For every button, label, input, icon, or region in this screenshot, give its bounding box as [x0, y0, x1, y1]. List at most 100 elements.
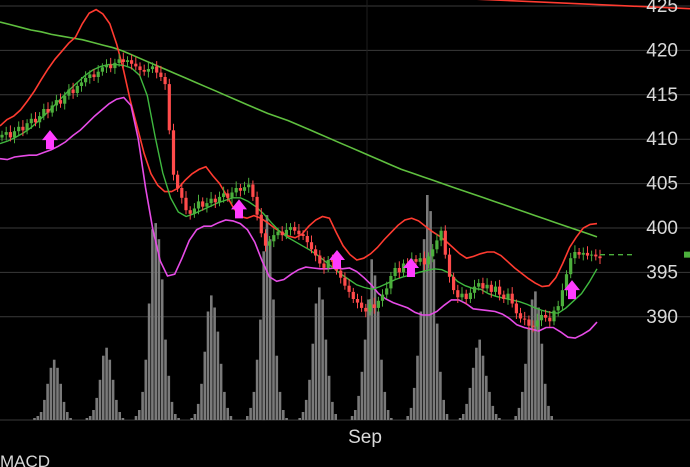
volume-bar: [462, 414, 465, 420]
candle-body: [38, 116, 42, 123]
candle-body: [447, 254, 452, 277]
volume-bar: [432, 259, 436, 420]
candle-body: [205, 203, 209, 207]
candle-body: [380, 294, 385, 301]
y-tick-label: 415: [646, 85, 678, 106]
volume-bar: [383, 391, 387, 420]
candle-body: [489, 284, 493, 292]
volume-bar: [481, 355, 485, 420]
candle-body: [180, 188, 184, 198]
candle-body: [518, 313, 523, 319]
candle-body: [468, 292, 472, 299]
volume-bar: [33, 418, 36, 420]
volume-bar: [445, 414, 449, 420]
x-axis-labels: Sep: [348, 427, 382, 448]
y-tick-label: 410: [646, 129, 678, 150]
candle-body: [184, 197, 188, 211]
candle-body: [456, 290, 460, 298]
volume-bar: [373, 275, 377, 420]
candle-body: [531, 325, 535, 327]
candle-body: [527, 319, 531, 326]
candle-body: [301, 234, 305, 236]
volume-bar: [252, 391, 256, 420]
volume-bar: [475, 347, 478, 420]
volume-bar: [275, 355, 279, 420]
candle-body: [213, 198, 217, 203]
candle-body: [506, 293, 510, 299]
candle-body: [104, 64, 109, 68]
volume-bar: [36, 416, 40, 420]
candle-body: [594, 254, 598, 257]
candle-body: [96, 71, 100, 77]
candle-body: [255, 196, 259, 215]
volume-bar: [138, 410, 141, 420]
volume-bar: [118, 412, 121, 420]
candle-body: [590, 254, 594, 256]
candle-body: [268, 241, 272, 246]
candle-body: [155, 66, 159, 73]
candle-body: [577, 252, 581, 255]
candle-body: [79, 82, 84, 86]
candle-body: [493, 286, 498, 292]
volume-bar: [255, 359, 259, 420]
volume-bar: [301, 412, 305, 420]
candle-body: [150, 66, 155, 70]
candle-body: [443, 230, 447, 255]
candle-body: [498, 286, 502, 295]
volume-bar: [59, 383, 62, 420]
candle-body: [376, 300, 380, 308]
volume-bar: [380, 359, 383, 420]
last-price-marker: [684, 251, 690, 258]
volume-bar: [350, 416, 354, 420]
candle-body: [485, 284, 489, 289]
candle-body: [556, 306, 560, 311]
candle-body: [552, 310, 556, 322]
candle-body: [29, 118, 33, 124]
candle-body: [121, 59, 125, 62]
candle-body: [305, 236, 309, 243]
volume-bar: [468, 387, 472, 420]
volume-bar: [216, 331, 220, 420]
volume-bar: [465, 403, 468, 420]
candle-body: [326, 260, 330, 268]
candle-body: [339, 270, 343, 278]
macd-panel-label[interactable]: MACD: [0, 452, 50, 467]
volume-bar: [278, 391, 282, 420]
volume-bar: [534, 291, 537, 420]
candle-body: [113, 62, 117, 69]
candle-body: [242, 187, 247, 191]
candle-body: [209, 198, 213, 204]
volume-bar: [419, 311, 423, 420]
candle-body: [42, 109, 46, 117]
volume-bar: [485, 375, 488, 420]
volume-bar: [262, 251, 265, 421]
volume-bar: [386, 410, 390, 420]
candle-body: [355, 299, 360, 303]
volume-bar: [458, 418, 462, 420]
volume-bar: [527, 327, 531, 420]
volume-bar: [213, 307, 216, 420]
candle-body: [84, 77, 88, 83]
stock-chart[interactable]: 425 420 415 410 405 400 395 390 Sep MACD: [0, 0, 690, 467]
volume-bar: [147, 303, 151, 420]
volume-bar: [442, 399, 445, 420]
volume-bar: [249, 407, 252, 420]
candle-body: [217, 196, 222, 203]
volume-bar: [259, 319, 262, 420]
candle-body: [272, 235, 276, 242]
candle-body: [544, 315, 548, 318]
candle-body: [288, 227, 293, 230]
volume-bar: [52, 359, 56, 420]
volume-bar: [98, 379, 102, 420]
volume-bar: [272, 299, 275, 420]
volume-bar: [324, 339, 328, 420]
volume-bar: [174, 414, 177, 420]
candle-body: [176, 174, 180, 188]
candle-body: [360, 302, 364, 308]
candle-body: [364, 307, 368, 312]
candle-body: [293, 227, 297, 231]
candle-body: [88, 74, 92, 78]
candle-body: [117, 59, 121, 63]
volume-bar: [95, 397, 98, 420]
volume-bar: [154, 223, 157, 420]
